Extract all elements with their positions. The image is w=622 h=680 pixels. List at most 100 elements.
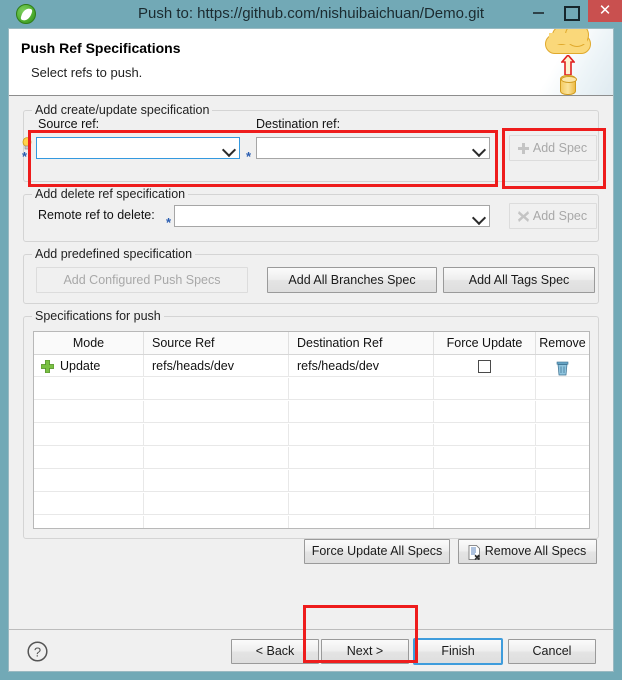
cell-force-update[interactable] [434,355,536,377]
table-empty-cell [144,470,289,492]
wizard-content: Add create/update specification Source r… [9,96,613,629]
table-empty-row[interactable] [34,470,589,493]
table-empty-cell [434,424,536,446]
table-empty-row[interactable] [34,516,589,528]
upload-arrow-icon [561,55,575,75]
column-header-destination-ref[interactable]: Destination Ref [289,332,434,354]
add-configured-push-specs-button[interactable]: Add Configured Push Specs [36,267,248,293]
table-empty-cell [536,378,589,400]
cell-destination-ref: refs/heads/dev [289,355,434,377]
table-empty-cell [536,447,589,469]
column-header-force-update[interactable]: Force Update [434,332,536,354]
add-configured-push-specs-label: Add Configured Push Specs [63,273,221,287]
question-mark-icon[interactable]: ? [27,641,48,662]
add-spec-create-button[interactable]: Add Spec [509,135,597,161]
table-empty-cell [34,401,144,423]
table-empty-cell [34,447,144,469]
table-empty-row[interactable] [34,378,589,401]
next-button-label: Next > [346,644,384,658]
back-button-label: < Back [255,644,295,658]
source-ref-required-marker: * [22,149,28,164]
group-title-create-update: Add create/update specification [32,103,213,117]
add-all-branches-spec-button[interactable]: Add All Branches Spec [267,267,437,293]
table-empty-cell [289,424,434,446]
table-empty-cell [34,516,144,528]
finish-button-label: Finish [441,644,475,658]
table-empty-cell [289,447,434,469]
table-empty-cell [144,378,289,400]
table-empty-cell [289,378,434,400]
table-empty-row[interactable] [34,401,589,424]
table-empty-cell [434,516,536,528]
table-empty-cell [536,424,589,446]
maximize-button[interactable] [556,0,584,22]
table-empty-cell [434,470,536,492]
table-empty-cell [536,401,589,423]
table-empty-row[interactable] [34,493,589,516]
trash-icon[interactable] [556,361,569,376]
add-spec-delete-button[interactable]: Add Spec [509,203,597,229]
add-all-tags-spec-label: Add All Tags Spec [468,273,570,287]
table-empty-cell [434,447,536,469]
table-empty-cell [34,470,144,492]
table-empty-cell [144,424,289,446]
table-empty-cell [144,401,289,423]
table-row[interactable]: Update refs/heads/dev refs/heads/dev [34,355,589,378]
table-empty-cell [434,378,536,400]
table-empty-cell [34,424,144,446]
chevron-down-icon [223,142,235,154]
group-title-delete-ref: Add delete ref specification [32,187,189,201]
table-empty-cell [536,470,589,492]
column-header-mode[interactable]: Mode [34,332,144,354]
column-header-remove[interactable]: Remove [536,332,589,354]
push-dialog-window: Push to: https://github.com/nishuibaichu… [0,0,622,680]
table-empty-cell [289,516,434,528]
close-button[interactable]: ✕ [588,0,622,22]
cloud-push-icon [537,29,601,95]
group-specifications-for-push: Specifications for push Mode Source Ref … [23,309,599,564]
table-empty-cell [289,401,434,423]
back-button[interactable]: < Back [231,639,319,664]
cell-remove[interactable] [536,355,589,377]
table-empty-row[interactable] [34,424,589,447]
chevron-down-icon [473,210,485,222]
table-empty-cell [144,447,289,469]
minimize-button[interactable] [524,0,552,22]
x-icon [518,211,529,222]
add-all-tags-spec-button[interactable]: Add All Tags Spec [443,267,595,293]
table-empty-cell [34,493,144,515]
svg-text:?: ? [34,644,41,659]
source-ref-input[interactable] [36,137,240,159]
table-empty-cell [144,493,289,515]
destination-ref-label: Destination ref: [256,117,341,131]
page-subtitle: Select refs to push. [31,65,143,80]
table-empty-cell [289,470,434,492]
force-update-all-specs-button[interactable]: Force Update All Specs [304,539,450,564]
plus-icon [518,143,529,154]
title-bar: Push to: https://github.com/nishuibaichu… [0,0,622,28]
destination-ref-input[interactable] [256,137,490,159]
specifications-table[interactable]: Mode Source Ref Destination Ref Force Up… [33,331,590,529]
remote-ref-required-marker: * [166,215,172,230]
force-update-checkbox[interactable] [478,360,491,374]
column-header-source-ref[interactable]: Source Ref [144,332,289,354]
page-title: Push Ref Specifications [21,40,181,56]
group-add-create-update: Add create/update specification Source r… [22,103,599,182]
table-empty-cell [34,378,144,400]
add-all-branches-spec-label: Add All Branches Spec [288,273,416,287]
document-remove-icon [468,545,480,560]
cancel-button-label: Cancel [532,644,572,658]
cancel-button[interactable]: Cancel [508,639,596,664]
table-empty-cell [144,516,289,528]
remote-ref-to-delete-input[interactable] [174,205,490,227]
remote-ref-to-delete-label: Remote ref to delete: [38,208,155,222]
table-empty-cell [536,516,589,528]
next-button[interactable]: Next > [321,639,409,664]
remove-all-specs-button[interactable]: Remove All Specs [458,539,597,564]
close-icon: ✕ [598,2,612,19]
finish-button[interactable]: Finish [413,638,503,665]
table-empty-cell [434,493,536,515]
group-add-delete-ref: Add delete ref specification Remote ref … [23,187,599,242]
dialog-button-bar: ? < Back Next > Finish Cancel [9,629,613,671]
table-empty-row[interactable] [34,447,589,470]
